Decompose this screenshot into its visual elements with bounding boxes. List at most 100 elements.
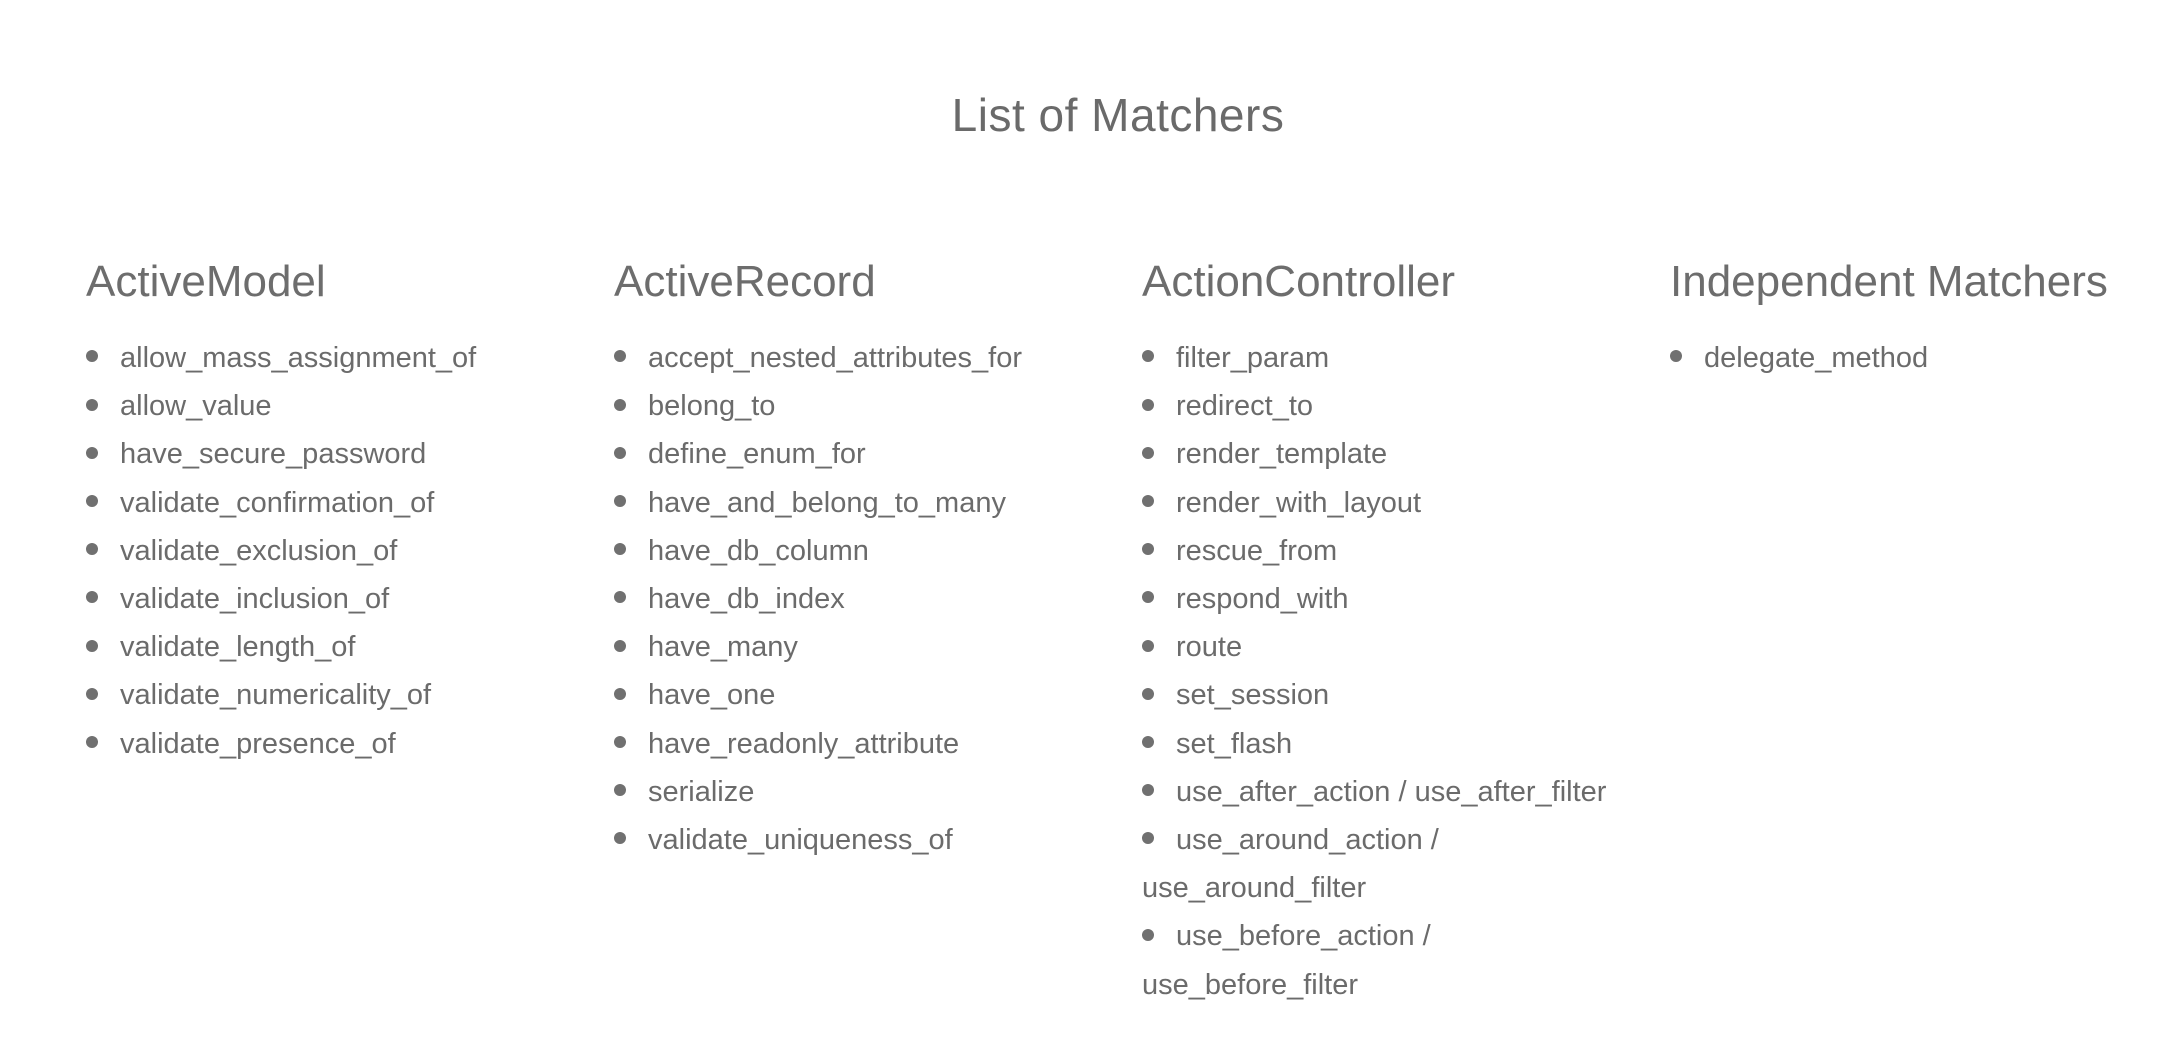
section-heading-activemodel: ActiveModel <box>86 257 326 306</box>
bullet-icon <box>86 543 98 556</box>
bullet-icon <box>614 639 626 652</box>
matcher-name: delegate_method <box>1704 342 1929 374</box>
matcher-name: have_one <box>648 679 776 712</box>
matcher-name: validate_length_of <box>120 631 356 664</box>
bullet-icon <box>86 350 98 363</box>
bullet-icon <box>1142 784 1154 797</box>
matcher-list-item: validate_inclusion_of <box>86 575 606 623</box>
matcher-list-item: set_session <box>1142 671 1612 719</box>
bullet-icon <box>614 543 626 556</box>
bullet-icon <box>86 735 98 748</box>
bullet-icon <box>614 494 626 507</box>
bullet-icon <box>614 398 626 411</box>
matcher-list-item: have_one <box>614 671 1134 719</box>
matcher-list-item: use_around_action / use_around_filter <box>1142 816 1612 912</box>
bullet-icon <box>1142 398 1154 411</box>
matcher-name: allow_value <box>120 390 272 423</box>
matcher-list-independent-matchers: delegate_method <box>1670 334 2150 382</box>
matcher-name: have_db_column <box>648 534 869 567</box>
matcher-list-item: set_flash <box>1142 720 1612 768</box>
bullet-icon <box>1142 639 1154 652</box>
bullet-icon <box>614 591 626 604</box>
matcher-list-item: validate_confirmation_of <box>86 479 606 527</box>
matcher-list-item: accept_nested_attributes_for <box>614 334 1134 382</box>
matcher-list-item: use_after_action / use_after_filter <box>1142 768 1612 816</box>
column-activemodel: ActiveModel allow_mass_assignment_of allo… <box>86 252 606 768</box>
matcher-list-item: validate_presence_of <box>86 720 606 768</box>
matcher-list-item: have_many <box>614 623 1134 671</box>
bullet-icon <box>614 784 626 797</box>
matcher-list-actioncontroller: filter_param redirect_to render_templatere… <box>1142 334 1612 1009</box>
bullet-icon <box>614 350 626 363</box>
matcher-name: redirect_to <box>1176 390 1314 423</box>
section-heading-activerecord: ActiveRecord <box>614 257 876 306</box>
matcher-name: have_readonly_attribute <box>648 727 960 760</box>
bullet-icon <box>614 832 626 845</box>
matcher-list-item: render_with_layout <box>1142 479 1612 527</box>
bullet-icon <box>86 398 98 411</box>
matcher-name: define_enum_for <box>648 438 866 471</box>
matcher-name: validate_inclusion_of <box>120 583 390 616</box>
matcher-name: validate_presence_of <box>120 727 396 760</box>
bullet-icon <box>86 494 98 507</box>
matcher-name: render_with_layout <box>1176 486 1422 519</box>
bullet-icon <box>1142 735 1154 748</box>
bullet-icon <box>86 687 98 700</box>
matcher-name: rescue_from <box>1176 534 1338 567</box>
matcher-name: have_many <box>648 631 798 664</box>
matcher-name: validate_confirmation_of <box>120 486 435 519</box>
matcher-list-item: belong_to <box>614 382 1134 430</box>
matcher-list-item: allow_value <box>86 382 606 430</box>
column-activerecord: ActiveRecord accept_nested_attributes_fo… <box>614 252 1134 864</box>
matcher-list-activemodel: allow_mass_assignment_of allow_value have_… <box>86 334 606 768</box>
bullet-icon <box>614 735 626 748</box>
matcher-list-item: filter_param <box>1142 334 1612 382</box>
matcher-list-item: validate_length_of <box>86 623 606 671</box>
bullet-icon <box>1142 832 1154 845</box>
bullet-icon <box>1142 591 1154 604</box>
matcher-name: set_flash <box>1176 727 1293 760</box>
bullet-icon <box>614 687 626 700</box>
section-heading-actioncontroller: ActionController <box>1142 257 1456 306</box>
bullet-icon <box>1142 928 1154 941</box>
matcher-name: set_session <box>1176 679 1330 712</box>
matcher-name: use_before_action / use_before_filter <box>1142 920 1431 1001</box>
matcher-name: allow_mass_assignment_of <box>120 342 477 374</box>
matcher-name: validate_exclusion_of <box>120 534 398 567</box>
matcher-list-item: respond_with <box>1142 575 1612 623</box>
column-independent-matchers: Independent Matchers delegate_method <box>1670 252 2150 382</box>
matcher-name: render_template <box>1176 438 1388 471</box>
matcher-list-item: redirect_to <box>1142 382 1612 430</box>
bullet-icon <box>86 591 98 604</box>
bullet-icon <box>614 446 626 459</box>
section-heading-independent-matchers: Independent Matchers <box>1670 257 2108 306</box>
matcher-list-item: delegate_method <box>1670 334 2150 382</box>
matcher-list-item: validate_exclusion_of <box>86 527 606 575</box>
matcher-name: have_and_belong_to_many <box>648 486 1006 519</box>
bullet-icon <box>1142 543 1154 556</box>
matcher-list-item: have_db_column <box>614 527 1134 575</box>
matcher-name: have_db_index <box>648 583 845 616</box>
matcher-list-item: validate_uniqueness_of <box>614 816 1134 864</box>
bullet-icon <box>1142 687 1154 700</box>
bullet-icon <box>86 446 98 459</box>
matcher-name: filter_param <box>1176 342 1330 374</box>
page-title: List of Matchers <box>951 89 1285 141</box>
bullet-icon <box>1142 350 1154 363</box>
matcher-name: validate_numericality_of <box>120 679 432 712</box>
matcher-list-item: have_and_belong_to_many <box>614 479 1134 527</box>
matcher-list-item: route <box>1142 623 1612 671</box>
matcher-list-activerecord: accept_nested_attributes_for belong_todef… <box>614 334 1134 864</box>
matcher-name: use_around_action / use_around_filter <box>1142 824 1439 905</box>
bullet-icon <box>1670 350 1682 363</box>
matcher-name: have_secure_password <box>120 438 427 471</box>
matcher-name: respond_with <box>1176 583 1349 616</box>
matcher-list-item: have_secure_password <box>86 430 606 478</box>
matcher-name: use_after_action / use_after_filter <box>1176 775 1607 808</box>
matcher-list-item: serialize <box>614 768 1134 816</box>
matcher-name: accept_nested_attributes_for <box>648 342 1023 374</box>
matcher-name: belong_to <box>648 390 776 423</box>
matcher-list-item: define_enum_for <box>614 430 1134 478</box>
bullet-icon <box>1142 446 1154 459</box>
matcher-list-item: render_template <box>1142 430 1612 478</box>
